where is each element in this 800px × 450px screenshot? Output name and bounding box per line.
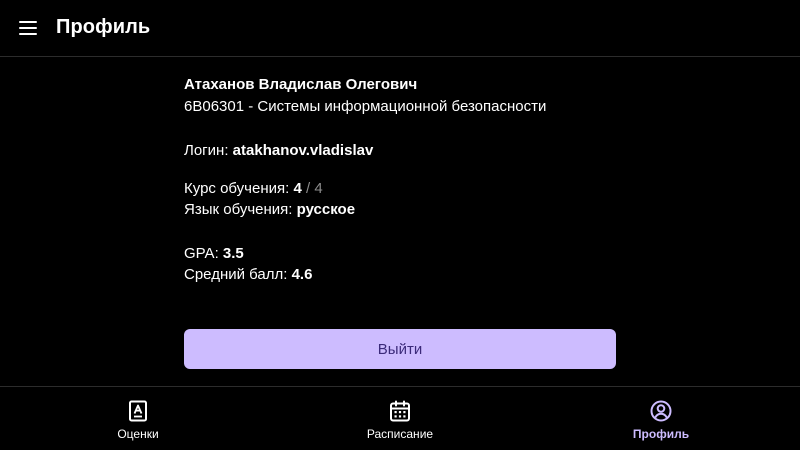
gpa-row: GPA: 3.5 (184, 243, 312, 264)
nav-item-profile[interactable]: Профиль (581, 387, 741, 450)
page-title: Профиль (56, 16, 151, 38)
nav-item-grades[interactable]: Оценки (58, 387, 218, 450)
logout-button[interactable]: Выйти (184, 329, 616, 369)
nav-label-schedule: Расписание (366, 427, 434, 441)
course-row: Курс обучения: 4 / 4 (184, 178, 355, 199)
profile-content: Атаханов Владислав Олегович 6B06301 - Си… (184, 74, 616, 283)
study-info: Курс обучения: 4 / 4 Язык обучения: русс… (184, 178, 355, 220)
logout-button-label: Выйти (377, 340, 423, 358)
grades-icon (129, 400, 147, 422)
app-root: Профиль Атаханов Владислав Олегович 6B06… (0, 0, 800, 450)
bottom-navigation: Оценки Расписание Профиль (0, 386, 800, 450)
language-label: Язык обучения: (184, 201, 293, 218)
nav-item-schedule[interactable]: Расписание (320, 387, 480, 450)
hamburger-menu-icon[interactable] (18, 18, 38, 38)
language-row: Язык обучения: русское (184, 199, 355, 220)
gpa-value: 3.5 (222, 245, 244, 262)
average-grade-value: 4.6 (291, 266, 313, 283)
average-grade-row: Средний балл: 4.6 (184, 264, 312, 285)
average-grade-label: Средний балл: (184, 266, 288, 283)
calendar-icon (390, 400, 410, 422)
student-program: 6B06301 - Системы информационной безопас… (184, 98, 547, 115)
login-value: atakhanov.vladislav (232, 142, 374, 159)
login-label: Логин: (184, 142, 229, 159)
login-row: Логин: atakhanov.vladislav (184, 140, 373, 161)
nav-label-grades: Оценки (117, 427, 159, 441)
top-app-bar: Профиль (0, 0, 800, 57)
course-label: Курс обучения: (184, 180, 290, 197)
gpa-label: GPA: (184, 245, 219, 262)
student-full-name: Атаханов Владислав Олегович (184, 76, 418, 93)
user-profile-icon (650, 400, 672, 422)
course-total: / 4 (305, 180, 323, 197)
language-value: русское (296, 201, 356, 218)
grades-info: GPA: 3.5 Средний балл: 4.6 (184, 243, 312, 285)
nav-label-profile: Профиль (632, 427, 690, 441)
course-current: 4 (293, 180, 302, 197)
